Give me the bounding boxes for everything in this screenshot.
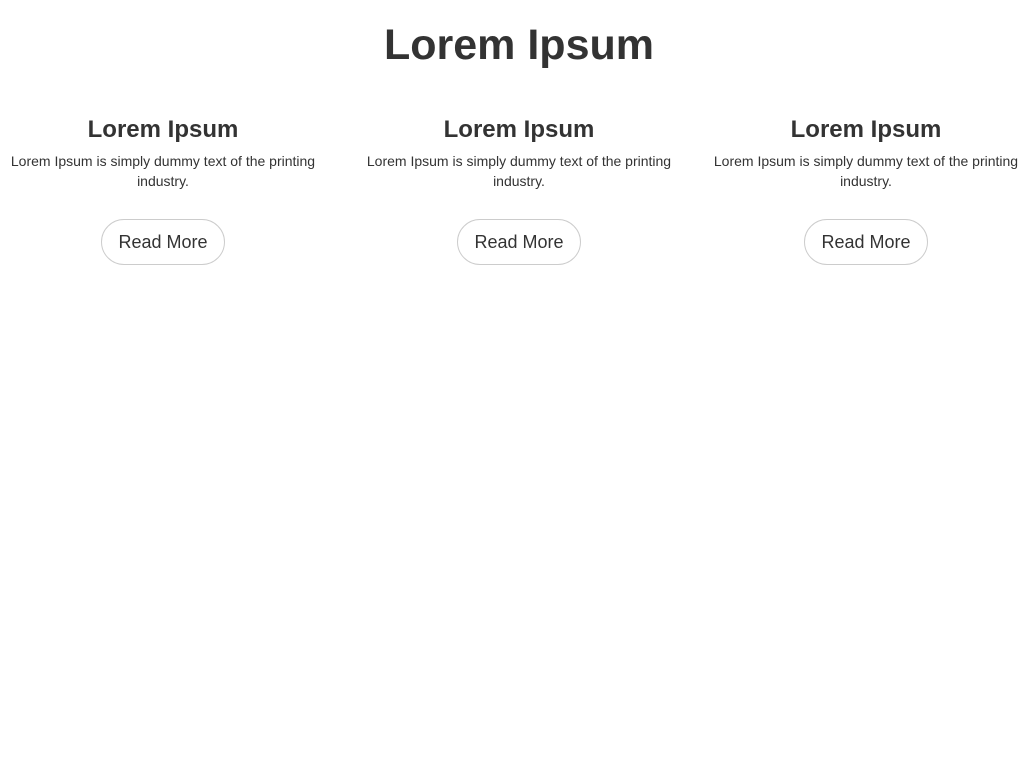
read-more-button-2[interactable]: Read More — [457, 219, 581, 265]
feature-columns: Lorem Ipsum Lorem Ipsum is simply dummy … — [0, 114, 1024, 284]
feature-title: Lorem Ipsum — [790, 116, 942, 143]
feature-column-2: Lorem Ipsum Lorem Ipsum is simply dummy … — [361, 114, 677, 265]
feature-title: Lorem Ipsum — [87, 116, 239, 143]
feature-description: Lorem Ipsum is simply dummy text of the … — [366, 153, 672, 189]
feature-title: Lorem Ipsum — [443, 116, 595, 143]
page-title: Lorem Ipsum — [384, 21, 654, 69]
feature-description: Lorem Ipsum is simply dummy text of the … — [10, 153, 316, 189]
feature-column-1: Lorem Ipsum Lorem Ipsum is simply dummy … — [5, 114, 321, 265]
read-more-button-3[interactable]: Read More — [804, 219, 928, 265]
read-more-button-1[interactable]: Read More — [101, 219, 225, 265]
feature-description: Lorem Ipsum is simply dummy text of the … — [713, 153, 1019, 189]
feature-column-3: Lorem Ipsum Lorem Ipsum is simply dummy … — [708, 114, 1024, 265]
page: Lorem Ipsum Lorem Ipsum Lorem Ipsum is s… — [0, 0, 1024, 768]
